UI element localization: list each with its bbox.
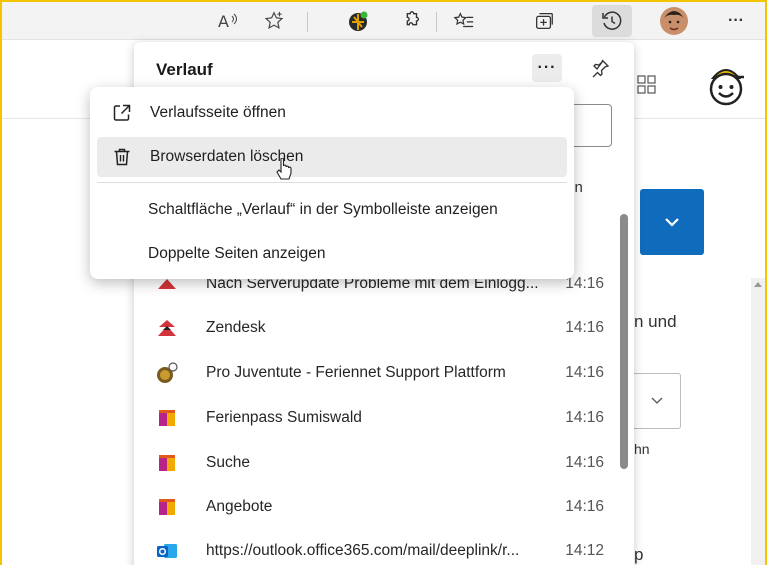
menu-item-label: Schaltfläche „Verlauf“ in der Symbolleis… [148, 201, 498, 218]
favorites-list-icon[interactable] [448, 5, 480, 37]
toolbar-separator [436, 12, 437, 32]
history-item-title: Ferienpass Sumiswald [206, 408, 362, 426]
extensions-puzzle-icon[interactable] [395, 5, 427, 37]
history-item[interactable]: Pro Juventute - Feriennet Support Plattf… [156, 350, 604, 395]
toolbar-separator [307, 12, 308, 32]
favorite-star-icon[interactable] [258, 5, 290, 37]
history-context-menu: Verlaufsseite öffnen Browserdaten lösche… [90, 87, 574, 279]
pin-icon[interactable] [586, 54, 614, 82]
history-item[interactable]: Zendesk 14:16 [156, 305, 604, 350]
page-select-box[interactable] [633, 373, 681, 429]
history-item-title: Angebote [206, 497, 273, 515]
history-item-time: 14:12 [565, 541, 604, 559]
history-item[interactable]: https://outlook.office365.com/mail/deepl… [156, 528, 604, 565]
menu-item-show-duplicate-pages[interactable]: Doppelte Seiten anzeigen [97, 234, 567, 274]
menu-item-clear-browsing-data[interactable]: Browserdaten löschen [97, 137, 567, 177]
history-item-title: Zendesk [206, 318, 266, 336]
history-icon[interactable] [592, 5, 632, 37]
ferienpass-icon [156, 407, 178, 429]
scroll-up-arrow-icon[interactable] [754, 282, 762, 287]
page-text-fragment: p [634, 545, 644, 564]
history-item-title: Suche [206, 453, 250, 471]
chevron-down-icon [665, 218, 679, 227]
trash-icon [110, 145, 134, 169]
history-panel-title: Verlauf [156, 60, 213, 79]
menu-separator [97, 182, 567, 183]
history-item[interactable]: Angebote 14:16 [156, 484, 604, 529]
zendesk-icon [156, 317, 178, 339]
read-aloud-icon[interactable]: A [212, 5, 244, 37]
chevron-down-icon [651, 397, 662, 404]
menu-item-open-history-page[interactable]: Verlaufsseite öffnen [97, 93, 567, 133]
history-item[interactable]: Ferienpass Sumiswald 14:16 [156, 395, 604, 440]
page-text-fragment: hn [634, 441, 650, 457]
pro-juventute-icon [156, 361, 178, 384]
smiley-cap-icon[interactable] [705, 62, 747, 106]
history-item-time: 14:16 [565, 497, 604, 515]
menu-item-label: Doppelte Seiten anzeigen [148, 245, 326, 262]
ferienpass-icon [156, 496, 178, 518]
history-item[interactable]: Suche 14:16 [156, 440, 604, 485]
history-item-title: Pro Juventute - Feriennet Support Plattf… [206, 363, 506, 381]
browser-toolbar: A ··· [2, 2, 765, 40]
menu-item-show-history-button[interactable]: Schaltfläche „Verlauf“ in der Symbolleis… [97, 190, 567, 230]
collections-icon[interactable] [528, 5, 560, 37]
svg-text:A: A [218, 12, 229, 31]
outlook-icon [156, 540, 178, 562]
history-scrollbar[interactable] [620, 214, 628, 469]
page-text-fragment: n und [634, 312, 677, 331]
history-item-time: 14:16 [565, 318, 604, 336]
more-menu-icon[interactable]: ··· [720, 5, 752, 37]
open-external-icon [110, 101, 134, 125]
ferienpass-icon [156, 452, 178, 474]
menu-item-label: Verlaufsseite öffnen [150, 104, 286, 121]
profile-avatar[interactable] [656, 5, 692, 37]
history-more-options-button[interactable]: ··· [532, 54, 562, 82]
page-scrollbar[interactable] [751, 278, 765, 565]
extension-colored-icon[interactable] [342, 5, 374, 37]
mouse-cursor-icon [276, 157, 292, 182]
dropdown-action-button[interactable] [640, 189, 704, 255]
apps-grid-icon[interactable] [636, 74, 658, 96]
history-item-title: https://outlook.office365.com/mail/deepl… [206, 541, 520, 559]
history-item-time: 14:16 [565, 363, 604, 381]
history-item-time: 14:16 [565, 453, 604, 471]
history-item-time: 14:16 [565, 408, 604, 426]
